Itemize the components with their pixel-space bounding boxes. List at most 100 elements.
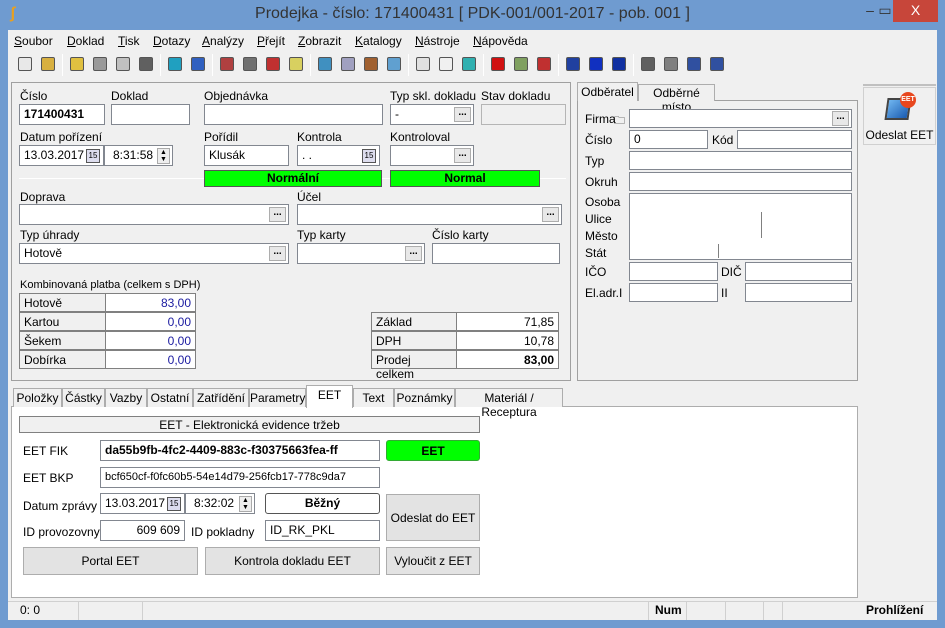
doklad-field[interactable] — [111, 104, 190, 125]
typ-field[interactable] — [629, 151, 852, 170]
ucel-field[interactable]: ... — [297, 204, 562, 225]
stop-button[interactable] — [487, 53, 509, 75]
cislo-karty-field[interactable] — [432, 243, 560, 264]
help-button[interactable] — [285, 53, 307, 75]
tab-material-receptura[interactable]: Materiál / Receptura — [455, 388, 563, 419]
copy-button[interactable] — [412, 53, 434, 75]
documents-button[interactable] — [337, 53, 359, 75]
save-button[interactable] — [89, 53, 111, 75]
menu-napoveda[interactable]: Nápověda — [473, 34, 528, 48]
ii-field[interactable] — [745, 283, 852, 302]
pen-button[interactable] — [510, 53, 532, 75]
send-eet-side-button[interactable]: EET Odeslat EET — [863, 87, 936, 145]
datum-field[interactable]: 13.03.2017 15 — [19, 145, 104, 166]
print-preview-button[interactable] — [660, 53, 682, 75]
tab-castky[interactable]: Částky — [62, 388, 105, 407]
tab-odberne-misto[interactable]: Odběrné místo — [638, 84, 715, 114]
cas-field[interactable]: 8:31:58 ▲ ▼ — [104, 145, 173, 166]
tab-odberatel[interactable]: Odběratel — [577, 82, 638, 101]
printer-list-button[interactable] — [239, 53, 261, 75]
undo-button[interactable] — [112, 53, 134, 75]
dic-field[interactable] — [745, 262, 852, 281]
address-field[interactable] — [629, 193, 852, 260]
print-blue-button[interactable] — [683, 53, 705, 75]
menu-prejit[interactable]: Přejít — [257, 34, 285, 48]
catalog-button[interactable] — [314, 53, 336, 75]
provozovna-field[interactable]: 609 609 — [100, 520, 185, 541]
kod-field[interactable] — [737, 130, 852, 149]
eet-cas-field[interactable]: 8:32:02 ▲ ▼ — [185, 493, 255, 514]
cislo-field[interactable]: 171400431 — [19, 104, 105, 125]
calendar-icon[interactable]: 15 — [86, 149, 100, 163]
objednavka-field[interactable] — [204, 104, 383, 125]
browse-button[interactable]: ... — [405, 246, 422, 261]
new-document-button[interactable] — [14, 53, 36, 75]
payment-value-field[interactable]: 0,00 — [105, 350, 196, 369]
menu-nastroje[interactable]: Nástroje — [415, 34, 460, 48]
tab-eet[interactable]: EET — [306, 385, 353, 408]
customer-cislo-field[interactable]: 0 — [629, 130, 708, 149]
menu-doklad[interactable]: Doklad — [67, 34, 104, 48]
package-button[interactable] — [360, 53, 382, 75]
fik-field[interactable]: da55b9fb-4fc2-4409-883c-f30375663fea-ff — [100, 440, 380, 461]
browse-button[interactable]: ... — [832, 111, 849, 126]
tab-polozky[interactable]: Položky — [13, 388, 62, 407]
okruh-field[interactable] — [629, 172, 852, 191]
cube-teal-button[interactable] — [458, 53, 480, 75]
typ-karty-field[interactable]: ... — [297, 243, 425, 264]
spinner-icon[interactable]: ▲ ▼ — [239, 496, 252, 512]
tab-text[interactable]: Text — [353, 388, 394, 407]
firma-field[interactable]: ... — [629, 109, 852, 128]
menu-tisk[interactable]: Tisk — [118, 34, 140, 48]
close-button[interactable]: X — [893, 0, 938, 22]
refresh-button[interactable] — [187, 53, 209, 75]
menu-soubor[interactable]: Soubor — [14, 34, 53, 48]
menu-zobrazit[interactable]: Zobrazit — [298, 34, 341, 48]
dph-button[interactable] — [585, 53, 607, 75]
payment-value-field[interactable]: 83,00 — [105, 293, 196, 312]
image-button[interactable] — [383, 53, 405, 75]
kontrola-eet-button[interactable]: Kontrola dokladu EET — [205, 547, 380, 575]
typ-uhrady-field[interactable]: Hotově... — [19, 243, 289, 264]
vyloucit-eet-button[interactable]: Vyloučit z EET — [386, 547, 480, 575]
portal-eet-button[interactable]: Portal EET — [23, 547, 198, 575]
ico-field[interactable] — [629, 262, 718, 281]
move-updown-button[interactable] — [164, 53, 186, 75]
maximize-button[interactable]: ▭ — [876, 0, 894, 22]
browse-button[interactable]: ... — [454, 107, 471, 122]
kontrola-field[interactable]: . . 15 — [297, 145, 380, 166]
cube-button[interactable] — [435, 53, 457, 75]
tab-poznamky[interactable]: Poznámky — [394, 388, 455, 407]
pokladna-field[interactable]: ID_RK_PKL — [265, 520, 380, 541]
eladr-field[interactable] — [629, 283, 718, 302]
poridil-field[interactable]: Klusák — [204, 145, 289, 166]
tab-zatrideni[interactable]: Zatřídění — [193, 388, 249, 407]
vies-button[interactable] — [608, 53, 630, 75]
bkp-field[interactable]: bcf650cf-f0fc60b5-54e14d79-256fcb17-778c… — [100, 467, 380, 488]
browse-button[interactable]: ... — [542, 207, 559, 222]
delete-button[interactable] — [135, 53, 157, 75]
typ-skl-field[interactable]: -... — [390, 104, 474, 125]
folder-icon[interactable]: 🗀 — [614, 112, 625, 131]
menu-katalogy[interactable]: Katalogy — [355, 34, 402, 48]
sms-button[interactable] — [262, 53, 284, 75]
exit-button[interactable] — [533, 53, 555, 75]
menu-dotazy[interactable]: Dotazy — [153, 34, 190, 48]
eet-datum-field[interactable]: 13.03.2017 15 — [100, 493, 185, 514]
rezim-button[interactable]: Běžný — [265, 493, 380, 514]
browse-button[interactable]: ... — [454, 148, 471, 163]
vat-list-button[interactable] — [562, 53, 584, 75]
spinner-icon[interactable]: ▲ ▼ — [157, 148, 170, 164]
tab-parametry[interactable]: Parametry — [249, 388, 306, 407]
browse-button[interactable]: ... — [269, 207, 286, 222]
tab-ostatni[interactable]: Ostatní — [147, 388, 193, 407]
payment-value-field[interactable]: 0,00 — [105, 331, 196, 350]
odeslat-do-eet-button[interactable]: Odeslat do EET — [386, 494, 480, 541]
browse-button[interactable]: ... — [269, 246, 286, 261]
user-button[interactable] — [216, 53, 238, 75]
print-button[interactable] — [637, 53, 659, 75]
tab-vazby[interactable]: Vazby — [105, 388, 147, 407]
doprava-field[interactable]: ... — [19, 204, 289, 225]
kontroloval-field[interactable]: ... — [390, 145, 474, 166]
calendar-icon[interactable]: 15 — [362, 149, 376, 163]
